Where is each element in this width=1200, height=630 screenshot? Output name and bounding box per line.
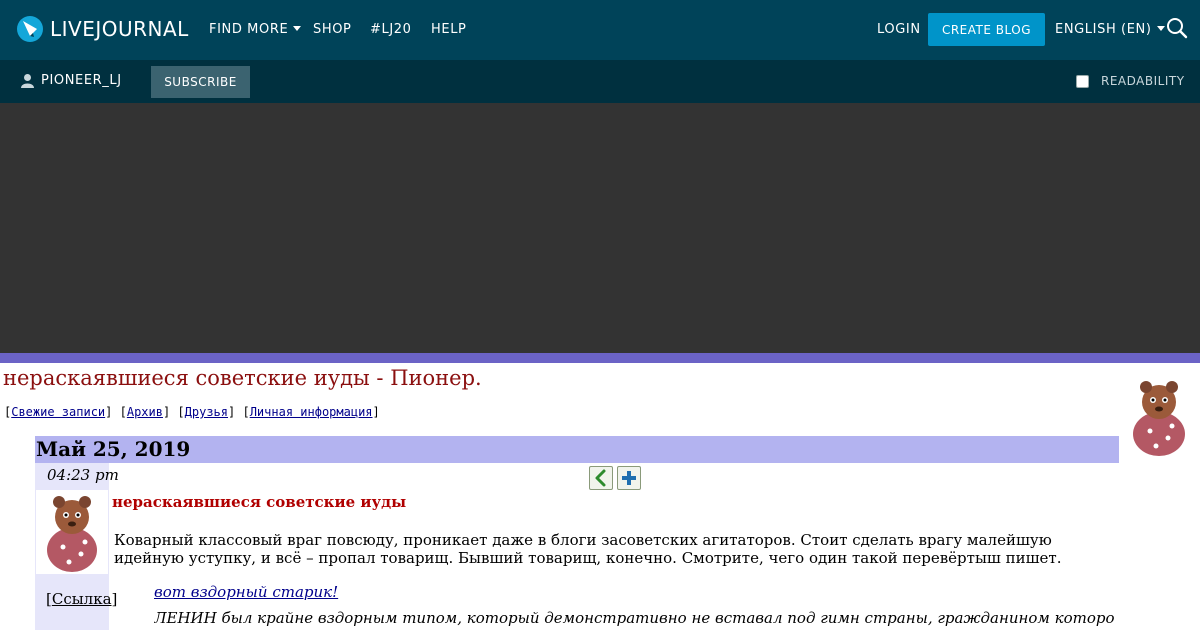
subscribe-button[interactable]: SUBSCRIBE [151, 66, 250, 98]
journal-nav: [Свежие записи] [Архив] [Друзья] [Личная… [4, 405, 380, 419]
entry-permalink-label: Ссылка [51, 590, 112, 608]
entry-time: 04:23 pm [47, 466, 119, 484]
date-header-bar [35, 436, 1119, 463]
readability-label: READABILITY [1101, 74, 1185, 88]
entry-body: Коварный классовый враг повсюду, проника… [114, 531, 1062, 567]
ad-placeholder [0, 103, 1200, 353]
readability-toggle[interactable]: READABILITY [1076, 74, 1185, 88]
journal-owner-name: PIONEER_LJ [41, 73, 122, 88]
user-icon [21, 74, 34, 88]
login-link[interactable]: LOGIN [877, 22, 921, 37]
entry-subject: нераскаявшиеся советские иуды [112, 493, 407, 511]
nav-friends[interactable]: Друзья [185, 405, 228, 419]
previous-entry-icon[interactable] [589, 466, 613, 490]
add-to-memories-icon[interactable] [617, 466, 641, 490]
nav-recent-entries[interactable]: Свежие записи [11, 405, 105, 419]
journal-title: нераскаявшиеся советские иуды - Пионер. [3, 366, 482, 390]
create-blog-button[interactable]: CREATE BLOG [928, 13, 1045, 46]
language-label: ENGLISH (EN) [1055, 22, 1152, 37]
livejournal-logo[interactable]: LIVEJOURNAL [16, 15, 189, 43]
entry-permalink[interactable]: [Ссылка] [46, 590, 117, 608]
nav-find-more[interactable]: FIND MORE [209, 22, 302, 37]
language-selector[interactable]: ENGLISH (EN) [1055, 22, 1165, 37]
journal-userpic[interactable] [1122, 376, 1196, 458]
quoted-post-link[interactable]: вот вздорный старик! [154, 583, 338, 601]
readability-checkbox[interactable] [1076, 74, 1089, 88]
quoted-post-text: ЛЕНИН был крайне вздорным типом, который… [154, 609, 1114, 627]
livejournal-logo-icon [17, 16, 43, 42]
search-icon[interactable] [1166, 17, 1188, 39]
journal-owner[interactable]: PIONEER_LJ [20, 73, 122, 88]
nav-help[interactable]: HELP [431, 22, 466, 37]
header-divider [0, 353, 1200, 363]
chevron-down-icon [1156, 26, 1165, 31]
nav-profile[interactable]: Личная информация [250, 405, 373, 419]
entry-userpic [36, 490, 108, 574]
nav-shop[interactable]: SHOP [313, 22, 352, 37]
nav-lj20[interactable]: #LJ20 [370, 22, 412, 37]
nav-archive[interactable]: Архив [127, 405, 163, 419]
chevron-down-icon [293, 26, 302, 31]
entry-date: Май 25, 2019 [36, 437, 191, 461]
logo-text: LIVEJOURNAL [50, 17, 189, 41]
nav-find-more-label: FIND MORE [209, 22, 289, 37]
